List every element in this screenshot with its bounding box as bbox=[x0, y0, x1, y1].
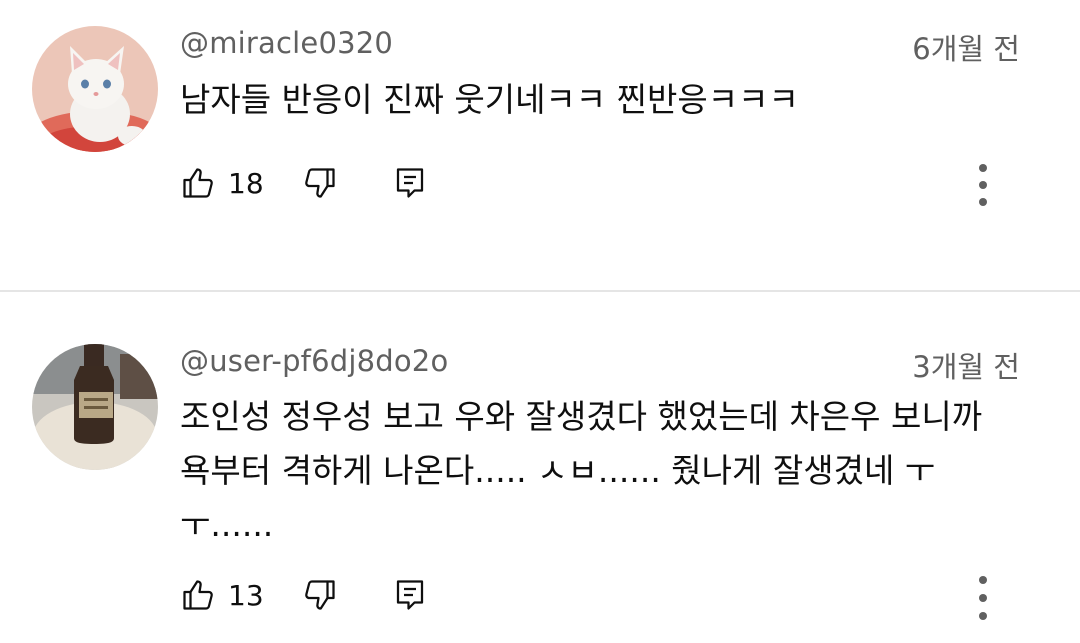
thumbs-up-icon[interactable] bbox=[180, 165, 216, 201]
comment-actions: 18 bbox=[180, 158, 428, 208]
avatar[interactable] bbox=[32, 344, 158, 470]
more-vert-icon[interactable] bbox=[968, 160, 998, 210]
reply-icon[interactable] bbox=[392, 165, 428, 201]
like-count: 18 bbox=[228, 166, 264, 200]
comment-actions: 13 bbox=[180, 570, 428, 620]
like-count: 13 bbox=[228, 578, 264, 612]
more-vert-icon[interactable] bbox=[968, 574, 998, 624]
bottle-avatar bbox=[32, 344, 158, 470]
comment-timestamp: 3개월 전 bbox=[912, 350, 1020, 384]
thumbs-down-icon[interactable] bbox=[302, 165, 338, 201]
comment-username[interactable]: @miracle0320 bbox=[180, 26, 393, 60]
comment-1: @miracle0320 6개월 전 남자들 반응이 진짜 웃기네ㅋㅋ 찐반응ㅋ… bbox=[0, 0, 1080, 290]
comment-text: 남자들 반응이 진짜 웃기네ㅋㅋ 찐반응ㅋㅋㅋ bbox=[180, 80, 799, 119]
avatar[interactable] bbox=[32, 26, 158, 152]
comment-2: @user-pf6dj8do2o 3개월 전 조인성 정우성 보고 우와 잘생겼… bbox=[0, 292, 1080, 643]
white-kitten-avatar bbox=[32, 26, 158, 152]
comment-username[interactable]: @user-pf6dj8do2o bbox=[180, 344, 448, 378]
comment-text: 조인성 정우성 보고 우와 잘생겼다 했었는데 차은우 보니까 욕부터 격하게 … bbox=[180, 397, 983, 544]
reply-icon[interactable] bbox=[392, 577, 428, 613]
thumbs-down-icon[interactable] bbox=[302, 577, 338, 613]
thumbs-up-icon[interactable] bbox=[180, 577, 216, 613]
comment-timestamp: 6개월 전 bbox=[912, 32, 1020, 66]
